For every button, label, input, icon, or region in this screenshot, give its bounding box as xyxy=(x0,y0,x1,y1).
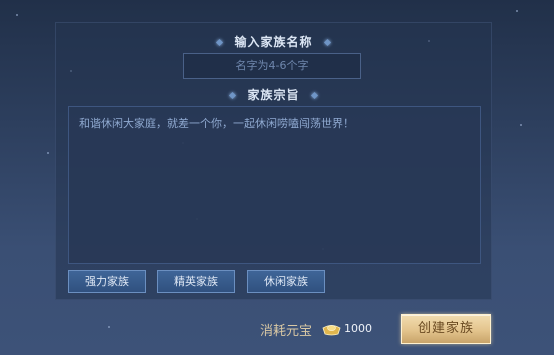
tag-button-casual-family[interactable]: 休闲家族 xyxy=(247,270,325,293)
create-family-button[interactable]: 创建家族 xyxy=(401,314,491,344)
background-star xyxy=(520,124,522,126)
background-star xyxy=(16,14,18,16)
diamond-ornament-icon xyxy=(310,91,318,100)
tag-button-strong-family[interactable]: 强力家族 xyxy=(68,270,146,293)
cost-value: 1000 xyxy=(344,322,372,335)
cost-label: 消耗元宝 xyxy=(260,324,313,339)
background-star xyxy=(108,326,110,328)
purpose-section-title: 家族宗旨 xyxy=(56,86,491,103)
diamond-ornament-icon xyxy=(323,38,331,47)
tag-button-elite-family[interactable]: 精英家族 xyxy=(157,270,235,293)
background-star xyxy=(516,10,518,12)
name-section-title-text: 输入家族名称 xyxy=(234,35,313,49)
family-name-input[interactable]: 名字为4-6个字 xyxy=(183,53,361,79)
family-purpose-textarea[interactable]: 和谐休闲大家庭，就差一个你，一起休闲唠嗑闯荡世界！ xyxy=(68,106,481,264)
name-section-title: 输入家族名称 xyxy=(56,33,491,50)
diamond-ornament-icon xyxy=(229,91,237,100)
diamond-ornament-icon xyxy=(216,38,224,47)
create-family-panel: 输入家族名称 名字为4-6个字 家族宗旨 和谐休闲大家庭，就差一个你，一起休闲唠… xyxy=(55,22,492,300)
family-purpose-text: 和谐休闲大家庭，就差一个你，一起休闲唠嗑闯荡世界！ xyxy=(79,117,354,130)
gold-ingot-icon xyxy=(322,325,341,336)
background-star xyxy=(47,152,49,154)
purpose-section-title-text: 家族宗旨 xyxy=(247,88,300,102)
